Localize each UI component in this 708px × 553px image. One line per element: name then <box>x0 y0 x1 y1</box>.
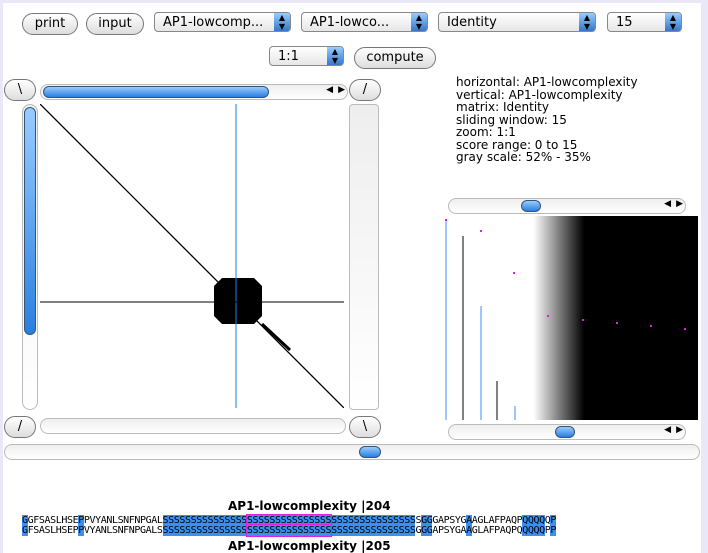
sequence-segment: SSSSSSSSSSSSSSS <box>331 525 416 536</box>
window-value: 15 <box>616 15 633 30</box>
scroll-thumb[interactable] <box>24 107 36 335</box>
zoom-value: 1:1 <box>278 49 299 64</box>
updown-arrows-icon: ▲ ▼ <box>274 13 290 31</box>
sequence-segment: P <box>550 525 557 536</box>
scroll-thumb[interactable] <box>555 426 575 438</box>
sequence-segment: FSASLHSEP <box>27 525 79 536</box>
updown-arrows-icon: ▲ ▼ <box>327 47 343 65</box>
top-seq-name: AP1-lowcomplexity <box>228 499 357 513</box>
sequence-segment: GLAFPAQPQ <box>471 525 523 536</box>
info-horizontal: horizontal: AP1-lowcomplexity <box>456 75 638 89</box>
bottom-scrollbar[interactable] <box>40 418 346 434</box>
vertical-sequence-value: AP1-lowco... <box>310 15 390 30</box>
vertical-scrollbar[interactable] <box>22 104 38 410</box>
sequence-segment: APSYGA <box>432 525 467 536</box>
scroll-thumb[interactable] <box>359 446 381 458</box>
scroll-thumb[interactable] <box>521 200 541 212</box>
sequence-segment: SSSSSSSSSSSSSSS <box>162 525 247 536</box>
detail-plot[interactable] <box>445 216 698 420</box>
info-panel: horizontal: AP1-lowcomplexity vertical: … <box>456 76 638 164</box>
zoom-select[interactable]: 1:1 ▲ ▼ <box>269 46 344 66</box>
top-seq-pos: 204 <box>365 499 391 513</box>
arrow-right-icon[interactable]: ▶ <box>338 85 345 95</box>
matrix-value: Identity <box>447 15 497 30</box>
compute-button[interactable]: compute <box>354 47 436 69</box>
info-gray: gray scale: 52% - 35% <box>456 150 591 164</box>
vertical-sequence-select[interactable]: AP1-lowco... ▲ ▼ <box>301 12 428 32</box>
scroll-right-top-button[interactable]: / <box>349 79 381 101</box>
side-panel <box>349 104 379 410</box>
matrix-select[interactable]: Identity ▲ ▼ <box>438 12 596 32</box>
low-complexity-block <box>214 278 262 324</box>
alignment-scrollbar[interactable] <box>4 444 700 460</box>
print-button[interactable]: print <box>22 13 78 35</box>
bottom-seq-pos: 205 <box>365 539 391 553</box>
sequence-segment: GG <box>421 525 433 536</box>
horizontal-scrollbar[interactable]: ◀ ▶ <box>40 84 348 100</box>
info-matrix: matrix: Identity <box>456 100 549 114</box>
selected-segment: SSSSSSSSSSSSSSS <box>245 524 333 537</box>
updown-arrows-icon: ▲ ▼ <box>665 13 681 31</box>
dot-plot[interactable] <box>40 104 344 408</box>
arrow-right-icon[interactable]: ▶ <box>676 425 683 435</box>
detail-bottom-scrollbar[interactable]: ◀ ▶ <box>448 424 686 440</box>
bottom-sequence-label: AP1-lowcomplexity |205 <box>228 539 391 553</box>
arrow-left-icon[interactable]: ◀ <box>664 199 671 209</box>
window-select[interactable]: 15 ▲ ▼ <box>607 12 682 32</box>
sequence-segment: QQQQ <box>522 525 545 536</box>
arrow-right-icon[interactable]: ▶ <box>676 199 683 209</box>
alignment-line-bottom: GFSASLHSEPPVYANLSNFNPGALSSSSSSSSSSSSSSSS… <box>22 524 557 537</box>
scroll-thumb[interactable] <box>43 86 269 98</box>
updown-arrows-icon: ▲ ▼ <box>579 13 595 31</box>
top-sequence-label: AP1-lowcomplexity |204 <box>228 499 391 513</box>
scroll-left-top-button[interactable]: \ <box>4 79 36 101</box>
scroll-left-bottom-button[interactable]: / <box>4 416 36 438</box>
horizontal-sequence-value: AP1-lowcomp... <box>163 15 264 30</box>
updown-arrows-icon: ▲ ▼ <box>411 13 427 31</box>
arrow-left-icon[interactable]: ◀ <box>326 85 333 95</box>
bottom-seq-name: AP1-lowcomplexity <box>228 539 357 553</box>
horizontal-sequence-select[interactable]: AP1-lowcomp... ▲ ▼ <box>154 12 291 32</box>
scroll-right-bottom-button[interactable]: \ <box>349 416 381 438</box>
input-button[interactable]: input <box>86 13 144 35</box>
detail-top-scrollbar[interactable]: ◀ ▶ <box>448 198 686 214</box>
arrow-left-icon[interactable]: ◀ <box>664 425 671 435</box>
info-zoom: zoom: 1:1 <box>456 125 516 139</box>
sequence-segment: VYANLSNFNPGALS <box>83 525 163 536</box>
